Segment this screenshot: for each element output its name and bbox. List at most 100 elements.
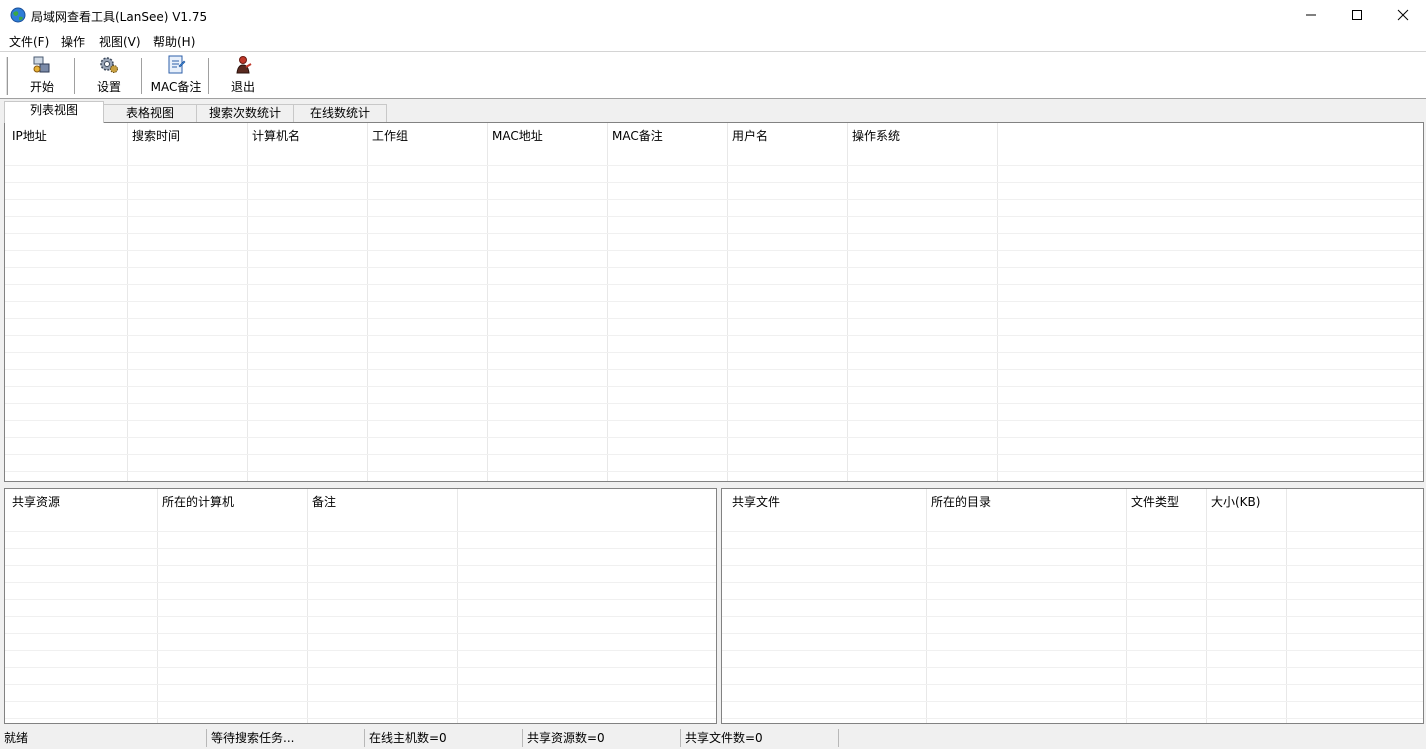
grid-row-divider: [5, 233, 1423, 234]
mac-note-icon: [168, 55, 186, 74]
grid-row-divider: [722, 633, 1423, 634]
maximize-icon: [1352, 10, 1362, 20]
share-resources-table[interactable]: 共享资源 所在的计算机 备注: [4, 488, 717, 724]
grid-column-divider: [607, 123, 608, 481]
grid-row-divider: [5, 216, 1423, 217]
exit-person-icon: [236, 56, 252, 74]
status-ready: 就绪: [0, 729, 207, 747]
grid-row-divider: [722, 548, 1423, 549]
column-mac-note[interactable]: MAC备注: [607, 123, 727, 149]
grid-row-divider: [5, 335, 1423, 336]
minimize-button[interactable]: [1288, 0, 1334, 31]
toolbar: 开始 设置 MAC备注 退出: [0, 51, 1426, 99]
grid-row-divider: [5, 531, 716, 532]
grid-column-divider: [1126, 489, 1127, 723]
grid-row-divider: [722, 650, 1423, 651]
grid-row-divider: [5, 565, 716, 566]
start-computers-icon: [33, 56, 50, 73]
grid-row-divider: [5, 684, 716, 685]
menu-file[interactable]: 文件(F): [9, 33, 49, 50]
grid-row-divider: [5, 284, 1423, 285]
grid-row-divider: [5, 250, 1423, 251]
grid-column-divider: [457, 489, 458, 723]
toolbar-grip[interactable]: [6, 57, 8, 95]
grid-row-divider: [5, 403, 1423, 404]
grid-row-divider: [5, 369, 1423, 370]
minimize-icon: [1306, 14, 1316, 16]
grid-column-divider: [1286, 489, 1287, 723]
column-operating-system[interactable]: 操作系统: [847, 123, 997, 149]
grid-row-divider: [5, 182, 1423, 183]
column-file-type[interactable]: 文件类型: [1126, 489, 1206, 515]
mac-note-label: MAC备注: [150, 80, 202, 94]
column-remark[interactable]: 备注: [307, 489, 457, 515]
menu-view[interactable]: 视图(V): [99, 33, 141, 50]
globe-app-icon: [10, 7, 26, 23]
grid-row-divider: [5, 471, 1423, 472]
share-files-table[interactable]: 共享文件 所在的目录 文件类型 大小(KB): [721, 488, 1424, 724]
menu-help[interactable]: 帮助(H): [153, 33, 195, 50]
tab-search-count-stats[interactable]: 搜索次数统计: [196, 104, 294, 122]
column-host-computer[interactable]: 所在的计算机: [157, 489, 307, 515]
column-ip-address[interactable]: IP地址: [7, 123, 127, 149]
column-share-resource[interactable]: 共享资源: [7, 489, 157, 515]
grid-row-divider: [722, 582, 1423, 583]
grid-row-divider: [5, 199, 1423, 200]
column-directory[interactable]: 所在的目录: [926, 489, 1126, 515]
host-list-table[interactable]: IP地址 搜索时间 计算机名 工作组 MAC地址 MAC备注 用户名 操作系统: [4, 122, 1424, 482]
tab-table-view[interactable]: 表格视图: [103, 104, 197, 122]
share-files-header: 共享文件 所在的目录 文件类型 大小(KB): [722, 489, 1423, 515]
toolbar-separator: [141, 58, 142, 94]
tab-list-view[interactable]: 列表视图: [4, 101, 104, 123]
grid-row-divider: [5, 701, 716, 702]
grid-row-divider: [722, 684, 1423, 685]
close-button[interactable]: [1380, 0, 1426, 31]
grid-row-divider: [5, 267, 1423, 268]
maximize-button[interactable]: [1334, 0, 1380, 31]
grid-column-divider: [997, 123, 998, 481]
grid-row-divider: [5, 386, 1423, 387]
settings-button[interactable]: 设置: [86, 55, 132, 97]
settings-gear-icon: [100, 57, 118, 73]
grid-row-divider: [5, 718, 716, 719]
column-size-kb[interactable]: 大小(KB): [1206, 489, 1286, 515]
column-computer-name[interactable]: 计算机名: [247, 123, 367, 149]
grid-column-divider: [727, 123, 728, 481]
grid-column-divider: [367, 123, 368, 481]
column-share-file[interactable]: 共享文件: [727, 489, 927, 515]
grid-row-divider: [5, 667, 716, 668]
column-workgroup[interactable]: 工作组: [367, 123, 487, 149]
grid-row-divider: [5, 352, 1423, 353]
grid-column-divider: [157, 489, 158, 723]
grid-row-divider: [5, 454, 1423, 455]
status-share-resources: 共享资源数=0: [523, 729, 681, 747]
grid-row-divider: [722, 531, 1423, 532]
menu-operate[interactable]: 操作: [61, 33, 85, 50]
start-button[interactable]: 开始: [18, 55, 66, 97]
grid-row-divider: [722, 718, 1423, 719]
status-task: 等待搜索任务...: [207, 729, 365, 747]
grid-row-divider: [5, 420, 1423, 421]
column-search-time[interactable]: 搜索时间: [127, 123, 247, 149]
grid-column-divider: [847, 123, 848, 481]
grid-row-divider: [5, 650, 716, 651]
exit-button[interactable]: 退出: [220, 55, 266, 97]
exit-label: 退出: [230, 80, 255, 94]
mac-note-button[interactable]: MAC备注: [147, 55, 205, 97]
toolbar-separator: [208, 58, 209, 94]
grid-column-divider: [487, 123, 488, 481]
grid-row-divider: [5, 165, 1423, 166]
host-list-header: IP地址 搜索时间 计算机名 工作组 MAC地址 MAC备注 用户名 操作系统: [5, 123, 1423, 149]
grid-row-divider: [722, 701, 1423, 702]
column-mac-address[interactable]: MAC地址: [487, 123, 607, 149]
grid-row-divider: [5, 548, 716, 549]
window-title: 局域网查看工具(LanSee) V1.75: [31, 10, 208, 24]
grid-row-divider: [5, 301, 1423, 302]
grid-row-divider: [722, 616, 1423, 617]
grid-column-divider: [127, 123, 128, 481]
column-user-name[interactable]: 用户名: [727, 123, 847, 149]
grid-column-divider: [1206, 489, 1207, 723]
status-share-files: 共享文件数=0: [681, 729, 839, 747]
grid-column-divider: [926, 489, 927, 723]
tab-online-count-stats[interactable]: 在线数统计: [293, 104, 387, 122]
